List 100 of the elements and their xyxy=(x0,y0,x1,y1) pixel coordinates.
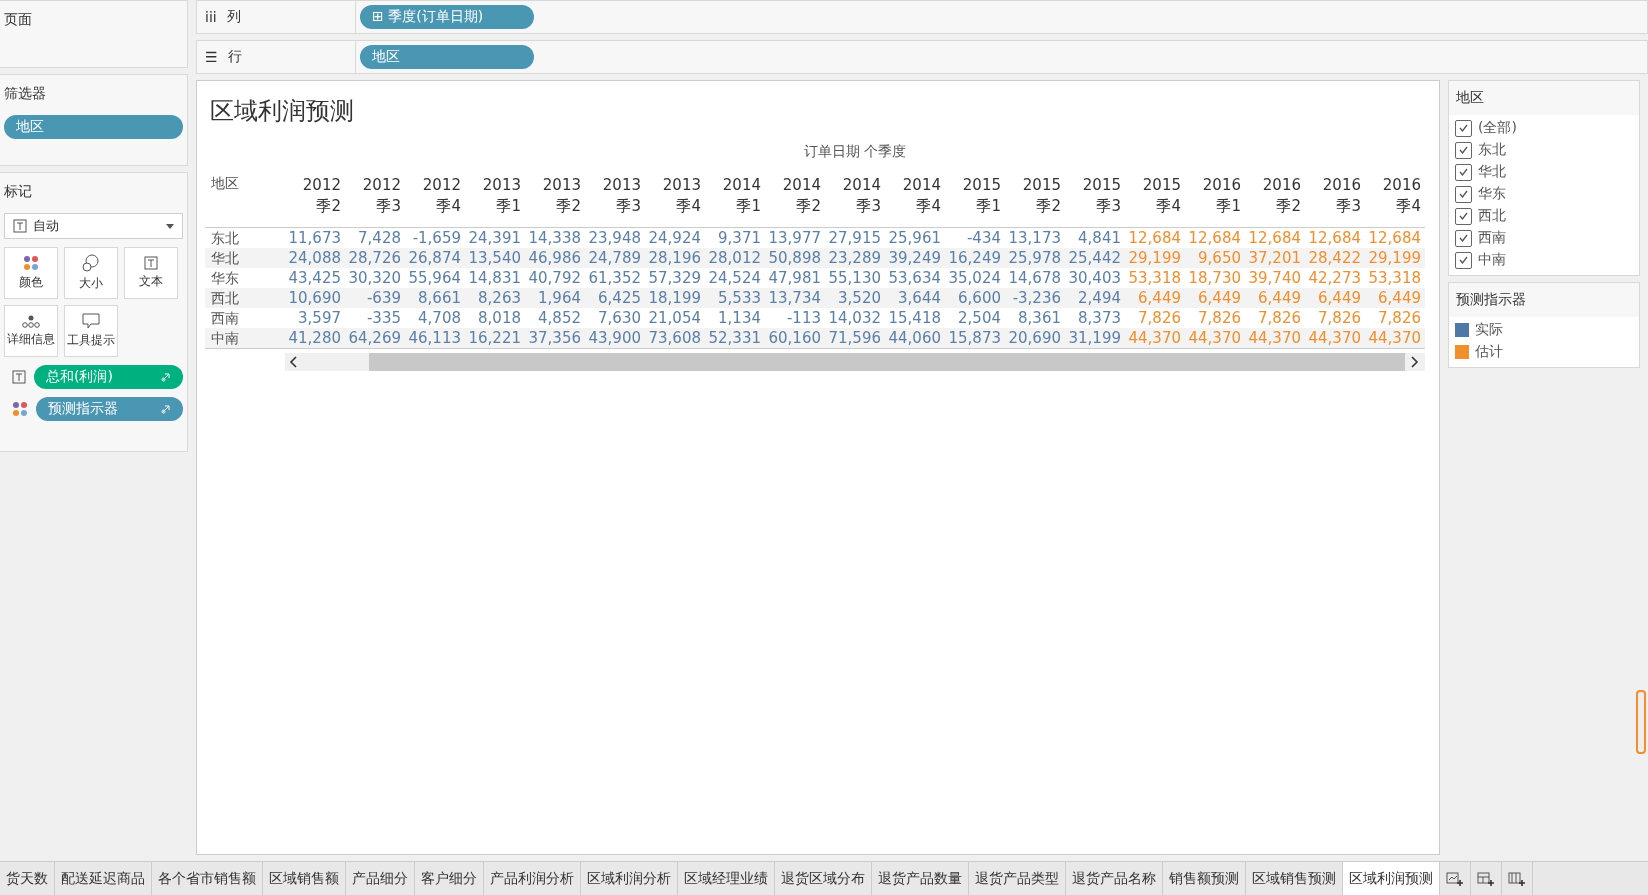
table-cell: 46,113 xyxy=(405,328,465,349)
text-icon xyxy=(144,256,158,270)
checkbox[interactable] xyxy=(1455,119,1472,137)
table-cell: 28,422 xyxy=(1305,248,1365,268)
new-worksheet-icon[interactable] xyxy=(1446,870,1464,887)
card-title: 地区 xyxy=(1449,81,1639,115)
link-icon xyxy=(161,404,171,414)
table-cell: 8,661 xyxy=(405,288,465,308)
mark-button[interactable]: 颜色 xyxy=(4,247,58,299)
new-story-icon[interactable] xyxy=(1508,870,1526,887)
table-cell: 5,533 xyxy=(705,288,765,308)
chevron-left-icon xyxy=(289,356,299,368)
checkmark-icon xyxy=(1459,256,1468,264)
table-cell: 6,449 xyxy=(1365,288,1425,308)
row-label: 华北 xyxy=(205,248,285,268)
checkbox[interactable] xyxy=(1455,141,1472,159)
checkmark-icon xyxy=(1459,234,1468,242)
table-cell: 6,425 xyxy=(585,288,645,308)
table-cell: 29,199 xyxy=(1365,248,1425,268)
checkbox-label: 东北 xyxy=(1478,141,1506,159)
checkbox[interactable] xyxy=(1455,185,1472,203)
shelf-icon: ☰ xyxy=(205,49,218,65)
color-dots-icon xyxy=(12,401,28,417)
row-label: 中南 xyxy=(205,328,285,349)
legend-label: 实际 xyxy=(1475,321,1503,339)
table-cell: 31,199 xyxy=(1065,328,1125,349)
table-cell: 52,331 xyxy=(705,328,765,349)
checkbox-label: 西南 xyxy=(1478,229,1506,247)
checkmark-icon xyxy=(1459,146,1468,154)
speech-bubble-icon xyxy=(82,313,100,329)
table-cell: 44,370 xyxy=(1125,328,1185,349)
table-cell: 6,449 xyxy=(1305,288,1365,308)
table-cell: 50,898 xyxy=(765,248,825,268)
table-cell: 44,370 xyxy=(1365,328,1425,349)
table-cell: 24,789 xyxy=(585,248,645,268)
table-cell: 29,199 xyxy=(1125,248,1185,268)
table-cell: 25,442 xyxy=(1065,248,1125,268)
chevron-right-icon xyxy=(1409,356,1419,368)
table-cell: 43,900 xyxy=(585,328,645,349)
checkbox[interactable] xyxy=(1455,251,1472,269)
horizontal-scrollbar[interactable] xyxy=(285,353,1425,371)
table-cell: 25,978 xyxy=(1005,248,1065,268)
checkbox-label: 华北 xyxy=(1478,163,1506,181)
table-cell: 46,986 xyxy=(525,248,585,268)
table-cell: 6,449 xyxy=(1185,288,1245,308)
table-cell: 20,690 xyxy=(1005,328,1065,349)
table-cell: 44,370 xyxy=(1305,328,1365,349)
table-cell: 16,221 xyxy=(465,328,525,349)
text-icon xyxy=(12,370,26,384)
checkbox-label: 华东 xyxy=(1478,185,1506,203)
mark-type-dropdown[interactable]: 自动 xyxy=(4,213,183,239)
shelf-label: 列 xyxy=(226,8,241,26)
mark-button[interactable]: 工具提示 xyxy=(64,305,118,357)
mark-button[interactable]: 文本 xyxy=(124,247,178,299)
sheet-tab[interactable]: 区域利润预测 xyxy=(1343,862,1440,895)
table-cell: 8,263 xyxy=(465,288,525,308)
color-dots-icon xyxy=(23,255,39,271)
card-title: 标记 xyxy=(4,182,33,201)
dots-icon xyxy=(22,314,40,328)
table-cell: 28,726 xyxy=(345,248,405,268)
text-icon xyxy=(13,219,27,233)
table-cell: 44,060 xyxy=(885,328,945,349)
link-icon xyxy=(161,372,171,382)
table-cell: 28,012 xyxy=(705,248,765,268)
table-cell: 18,199 xyxy=(645,288,705,308)
table-cell: 10,690 xyxy=(285,288,345,308)
table-cell: 13,734 xyxy=(765,288,825,308)
shelf-label: 行 xyxy=(227,48,242,66)
new-dashboard-icon[interactable] xyxy=(1477,870,1495,887)
table-cell: 71,596 xyxy=(825,328,885,349)
table-cell: -3,236 xyxy=(1005,288,1065,308)
table-cell: 37,201 xyxy=(1245,248,1305,268)
table-cell: 64,269 xyxy=(345,328,405,349)
table-cell: 39,249 xyxy=(885,248,945,268)
table-cell: 6,449 xyxy=(1245,288,1305,308)
column-header-title: 订单日期 个季度 xyxy=(803,143,907,161)
table-cell: 13,540 xyxy=(465,248,525,268)
table-cell: 28,196 xyxy=(645,248,705,268)
table-cell: -639 xyxy=(345,288,405,308)
table-cell: 44,370 xyxy=(1185,328,1245,349)
mark-button[interactable]: 详细信息 xyxy=(4,305,58,357)
checkbox[interactable] xyxy=(1455,207,1472,225)
table-cell: 1,964 xyxy=(525,288,585,308)
table-cell: 15,873 xyxy=(945,328,1005,349)
table-cell: 26,874 xyxy=(405,248,465,268)
table-cell: 9,650 xyxy=(1185,248,1245,268)
table-cell: 2,494 xyxy=(1065,288,1125,308)
table-cell: 16,249 xyxy=(945,248,1005,268)
vertical-scrollbar[interactable] xyxy=(1636,690,1646,754)
table-cell: 3,644 xyxy=(885,288,945,308)
checkmark-icon xyxy=(1459,190,1468,198)
checkmark-icon xyxy=(1459,212,1468,220)
checkbox[interactable] xyxy=(1455,229,1472,247)
table-cell: 60,160 xyxy=(765,328,825,349)
mark-button[interactable]: 大小 xyxy=(64,247,118,299)
checkbox[interactable] xyxy=(1455,163,1472,181)
caret-icon xyxy=(166,223,174,229)
table-cell: 37,356 xyxy=(525,328,585,349)
checkmark-icon xyxy=(1459,124,1468,132)
table-cell: 41,280 xyxy=(285,328,345,349)
